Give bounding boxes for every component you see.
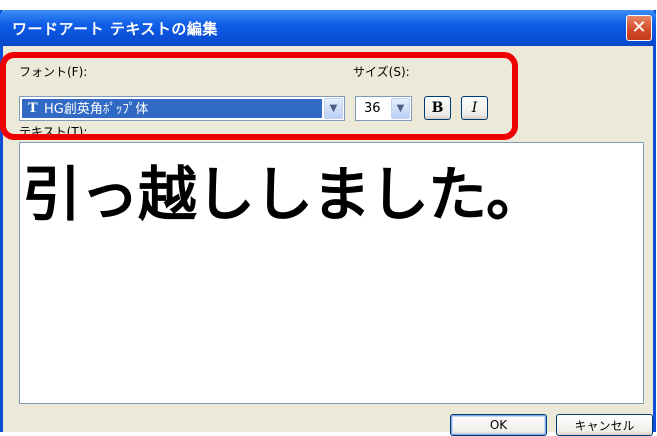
cancel-button[interactable]: キャンセル xyxy=(556,414,653,436)
wordart-text-input[interactable]: 引っ越ししました。 xyxy=(19,142,644,404)
close-button[interactable]: ✕ xyxy=(626,15,652,41)
close-icon: ✕ xyxy=(631,17,647,38)
annotation-highlight-box xyxy=(0,52,518,140)
title-bar[interactable]: ワードアート テキストの編集 ✕ xyxy=(0,10,656,46)
ok-button[interactable]: OK xyxy=(450,414,547,436)
dialog-title: ワードアート テキストの編集 xyxy=(12,20,218,38)
wordart-edit-dialog: ワードアート テキストの編集 ✕ フォント(F): サイズ(S): T HG創英… xyxy=(0,10,656,436)
wordart-text-value: 引っ越ししました。 xyxy=(22,160,545,229)
